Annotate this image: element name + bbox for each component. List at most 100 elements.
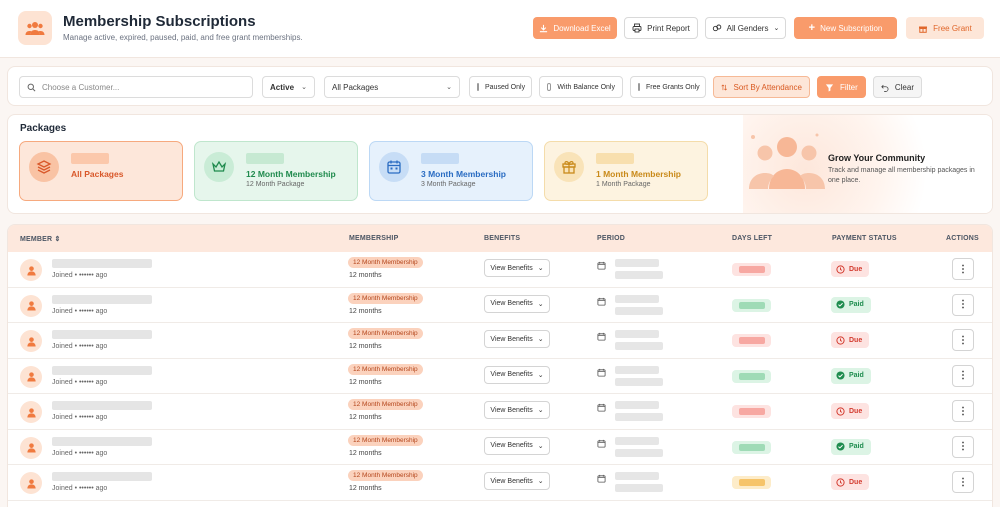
membership-badge: 12 Month Membership <box>348 292 423 304</box>
crown-icon <box>204 152 234 182</box>
package-count-placeholder <box>246 153 284 164</box>
print-report-button[interactable]: Print Report <box>624 17 698 39</box>
package-card-1-month[interactable]: 1 Month Membership 1 Month Package <box>544 141 708 201</box>
days-left-pill <box>732 476 771 489</box>
table-row[interactable]: Joined • •••••• ago 12 Month Membership … <box>8 323 992 359</box>
clock-icon <box>836 477 845 487</box>
column-membership: MEMBERSHIP <box>349 235 399 242</box>
member-name-placeholder <box>52 365 152 375</box>
table-row[interactable]: Joined • •••••• ago 12 Month Membership … <box>8 394 992 430</box>
view-benefits-dropdown[interactable]: View Benefits ⌄ <box>484 259 550 277</box>
download-icon <box>540 24 548 32</box>
new-subscription-label: New Subscription <box>820 23 883 33</box>
table-row[interactable]: Joined • •••••• ago 12 Month Membership … <box>8 252 992 288</box>
row-actions-button[interactable]: ⋮ <box>952 471 974 493</box>
member-name-placeholder <box>52 294 152 304</box>
view-benefits-dropdown[interactable]: View Benefits ⌄ <box>484 365 550 384</box>
view-benefits-dropdown[interactable]: View Benefits ⌄ <box>484 330 550 348</box>
period-start-placeholder <box>615 330 659 338</box>
table-row[interactable]: Joined • •••••• ago 12 Month Membership … <box>8 465 992 501</box>
clock-icon <box>836 335 845 345</box>
checkbox-box[interactable] <box>547 83 552 91</box>
membership-duration: 12 months <box>349 343 382 350</box>
clock-icon <box>836 406 845 416</box>
plus-icon: + <box>808 22 816 34</box>
sort-icon <box>721 83 728 91</box>
membership-badge: 12 Month Membership <box>348 434 423 446</box>
column-payment-status: PAYMENT STATUS <box>832 235 897 242</box>
membership-duration: 12 months <box>349 485 382 492</box>
package-select[interactable]: All Packages ⌄ <box>324 76 460 98</box>
sort-by-attendance-button[interactable]: Sort By Attendance <box>713 76 810 98</box>
membership-badge: 12 Month Membership <box>348 257 423 268</box>
payment-status-badge: Due <box>831 474 870 490</box>
payment-status-label: Due <box>849 478 863 486</box>
check-circle-icon <box>836 371 845 380</box>
member-name-placeholder <box>52 330 152 339</box>
row-actions-button[interactable]: ⋮ <box>952 435 974 458</box>
sort-icon[interactable]: ⇕ <box>54 236 60 243</box>
payment-status-badge: Paid <box>831 367 871 384</box>
package-card-12-month[interactable]: 12 Month Membership 12 Month Package <box>194 141 358 201</box>
column-period: PERIOD <box>597 235 626 242</box>
checkbox-box[interactable] <box>638 83 640 91</box>
view-benefits-dropdown[interactable]: View Benefits ⌄ <box>484 294 550 313</box>
package-card-all[interactable]: All Packages <box>19 141 183 201</box>
chevron-down-icon: ⌄ <box>537 265 544 272</box>
membership-badge: 12 Month Membership <box>348 363 423 375</box>
period-start-placeholder <box>615 472 659 480</box>
chevron-down-icon: ⌄ <box>537 300 544 308</box>
column-member[interactable]: MEMBER ⇕ <box>20 235 61 243</box>
packages-title: Packages <box>20 123 67 134</box>
calendar-icon <box>379 152 409 182</box>
free-grant-button[interactable]: Free Grant <box>906 17 984 39</box>
member-joined: Joined • •••••• ago <box>52 414 108 421</box>
table-row[interactable]: Joined • •••••• ago 12 Month Membership … <box>8 430 992 465</box>
view-benefits-dropdown[interactable]: View Benefits ⌄ <box>484 401 550 419</box>
payment-status-label: Due <box>849 336 863 344</box>
filter-button[interactable]: Filter <box>817 76 866 98</box>
paused-only-checkbox[interactable]: Paused Only <box>469 76 532 98</box>
table-row[interactable]: Joined • •••••• ago 12 Month Membership … <box>8 288 992 323</box>
with-balance-only-checkbox[interactable]: With Balance Only <box>539 76 623 98</box>
row-actions-button[interactable]: ⋮ <box>952 329 974 351</box>
view-benefits-label: View Benefits <box>490 300 533 307</box>
period-end-placeholder <box>615 448 663 457</box>
checkbox-box[interactable] <box>477 83 479 91</box>
page-subtitle: Manage active, expired, paused, paid, an… <box>63 33 303 42</box>
download-excel-label: Download Excel <box>553 23 611 33</box>
package-name: 1 Month Membership <box>596 169 682 179</box>
gender-icon <box>712 24 721 32</box>
new-subscription-button[interactable]: + New Subscription <box>794 17 897 39</box>
view-benefits-label: View Benefits <box>490 442 533 449</box>
packages-section: Packages All Packages 12 Month Membershi… <box>7 114 993 214</box>
view-benefits-dropdown[interactable]: View Benefits ⌄ <box>484 472 550 490</box>
membership-duration: 12 months <box>349 378 382 386</box>
package-card-3-month[interactable]: 3 Month Membership 3 Month Package <box>369 141 533 201</box>
period-end-placeholder <box>615 484 663 492</box>
promo-text: Track and manage all membership packages… <box>828 167 975 184</box>
calendar-icon <box>597 297 606 308</box>
table-row[interactable]: Joined • •••••• ago 12 Month Membership … <box>8 359 992 394</box>
payment-status-label: Paid <box>849 372 864 379</box>
row-actions-button[interactable]: ⋮ <box>952 258 974 280</box>
package-count-placeholder <box>71 153 109 164</box>
sort-by-attendance-label: Sort By Attendance <box>733 82 803 92</box>
row-actions-button[interactable]: ⋮ <box>952 400 974 422</box>
column-days-left: DAYS LEFT <box>732 235 773 242</box>
period-start-placeholder <box>615 365 659 374</box>
print-report-label: Print Report <box>647 23 690 33</box>
row-actions-button[interactable]: ⋮ <box>952 293 974 316</box>
all-genders-dropdown[interactable]: All Genders ⌄ <box>705 17 786 39</box>
download-excel-button[interactable]: Download Excel <box>533 17 617 39</box>
customer-search-input[interactable]: Choose a Customer... <box>19 76 253 98</box>
status-select[interactable]: Active ⌄ <box>262 76 315 98</box>
free-grants-only-checkbox[interactable]: Free Grants Only <box>630 76 706 98</box>
clear-button[interactable]: Clear <box>873 76 922 98</box>
package-sub: 3 Month Package <box>421 181 476 188</box>
view-benefits-dropdown[interactable]: View Benefits ⌄ <box>484 436 550 455</box>
days-left-pill <box>732 405 771 418</box>
row-actions-button[interactable]: ⋮ <box>952 364 974 387</box>
member-joined: Joined • •••••• ago <box>52 307 108 315</box>
member-name-placeholder <box>52 259 152 268</box>
